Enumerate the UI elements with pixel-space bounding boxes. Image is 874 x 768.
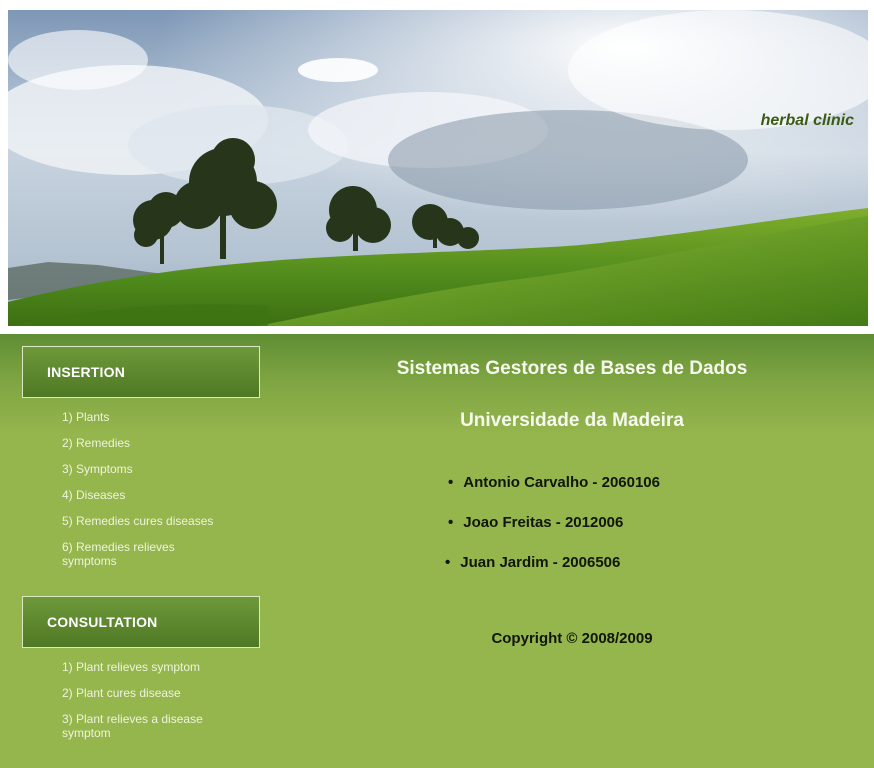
consultation-section-header[interactable]: CONSULTATION (22, 596, 260, 648)
insertion-title: INSERTION (47, 364, 126, 380)
author-text: Antonio Carvalho - 2060106 (463, 474, 660, 491)
author-item: • Joao Freitas - 2012006 (448, 514, 623, 531)
menu-item-diseases[interactable]: 4) Diseases (62, 488, 222, 502)
bullet-icon: • (448, 474, 454, 491)
university-title: Universidade da Madeira (460, 410, 684, 431)
menu-item-symptoms[interactable]: 3) Symptoms (62, 462, 222, 476)
menu-item-plant-cures-disease[interactable]: 2) Plant cures disease (62, 686, 222, 700)
consultation-menu: 1) Plant relieves symptom 2) Plant cures… (22, 648, 264, 752)
landscape-image (8, 10, 868, 326)
main-area: INSERTION 1) Plants 2) Remedies 3) Sympt… (0, 334, 874, 768)
author-item: • Antonio Carvalho - 2060106 (448, 474, 660, 491)
insertion-menu: 1) Plants 2) Remedies 3) Symptoms 4) Dis… (22, 398, 264, 580)
copyright-text: Copyright © 2008/2009 (491, 630, 653, 647)
menu-item-plant-relieves-symptom[interactable]: 1) Plant relieves symptom (62, 660, 222, 674)
brand-text: herbal clinic (760, 112, 854, 129)
page-title: Sistemas Gestores de Bases de Dados (396, 358, 748, 379)
menu-item-remedies[interactable]: 2) Remedies (62, 436, 222, 450)
menu-item-remedies-cures-diseases[interactable]: 5) Remedies cures diseases (62, 514, 222, 528)
author-text: Juan Jardim - 2006506 (460, 554, 621, 571)
header-banner: herbal clinic (8, 10, 868, 326)
insertion-section-header[interactable]: INSERTION (22, 346, 260, 398)
bullet-icon: • (448, 514, 454, 531)
author-text: Joao Freitas - 2012006 (463, 514, 624, 531)
consultation-title: CONSULTATION (47, 614, 158, 630)
menu-item-remedies-relieves-symptoms[interactable]: 6) Remedies relieves symptoms (62, 540, 222, 568)
author-item: • Juan Jardim - 2006506 (445, 554, 620, 571)
bullet-icon: • (445, 554, 451, 571)
menu-item-plant-relieves-disease-symptom[interactable]: 3) Plant relieves a disease symptom (62, 712, 222, 740)
menu-item-plants[interactable]: 1) Plants (62, 410, 222, 424)
sidebar: INSERTION 1) Plants 2) Remedies 3) Sympt… (22, 346, 264, 752)
